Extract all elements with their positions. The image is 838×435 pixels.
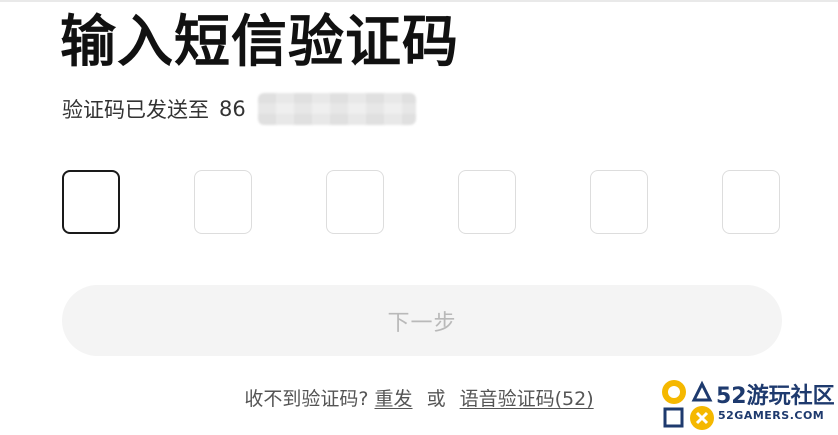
- code-digit-2[interactable]: [194, 170, 252, 234]
- code-input-row: [62, 170, 782, 236]
- sent-to-label: 验证码已发送至: [62, 98, 209, 122]
- code-digit-3[interactable]: [326, 170, 384, 234]
- watermark-shapes-icon: [662, 380, 714, 430]
- code-digit-4[interactable]: [458, 170, 516, 234]
- next-step-button[interactable]: 下一步: [62, 285, 782, 356]
- no-code-question: 收不到验证码?: [244, 388, 369, 410]
- or-text: 或: [426, 388, 446, 410]
- watermark-brand: 52游玩社区: [716, 384, 835, 409]
- voice-code-link[interactable]: 语音验证码(52): [460, 388, 594, 410]
- masked-phone-number: [257, 93, 416, 125]
- sms-verification-page: 输入短信验证码 验证码已发送至 86 下一步 收不到验证码? 重发 或 语音验证…: [0, 0, 838, 435]
- page-title: 输入短信验证码: [60, 10, 459, 75]
- sent-to-line: 验证码已发送至 86: [62, 92, 416, 126]
- watermark-domain: 52GAMERS.COM: [718, 409, 825, 422]
- code-digit-6[interactable]: [722, 170, 780, 234]
- watermark-logo: 52游玩社区 52GAMERS.COM: [660, 376, 835, 432]
- code-digit-1[interactable]: [62, 170, 120, 234]
- country-code: 86: [219, 97, 246, 121]
- resend-link[interactable]: 重发: [375, 388, 413, 410]
- code-digit-5[interactable]: [590, 170, 648, 234]
